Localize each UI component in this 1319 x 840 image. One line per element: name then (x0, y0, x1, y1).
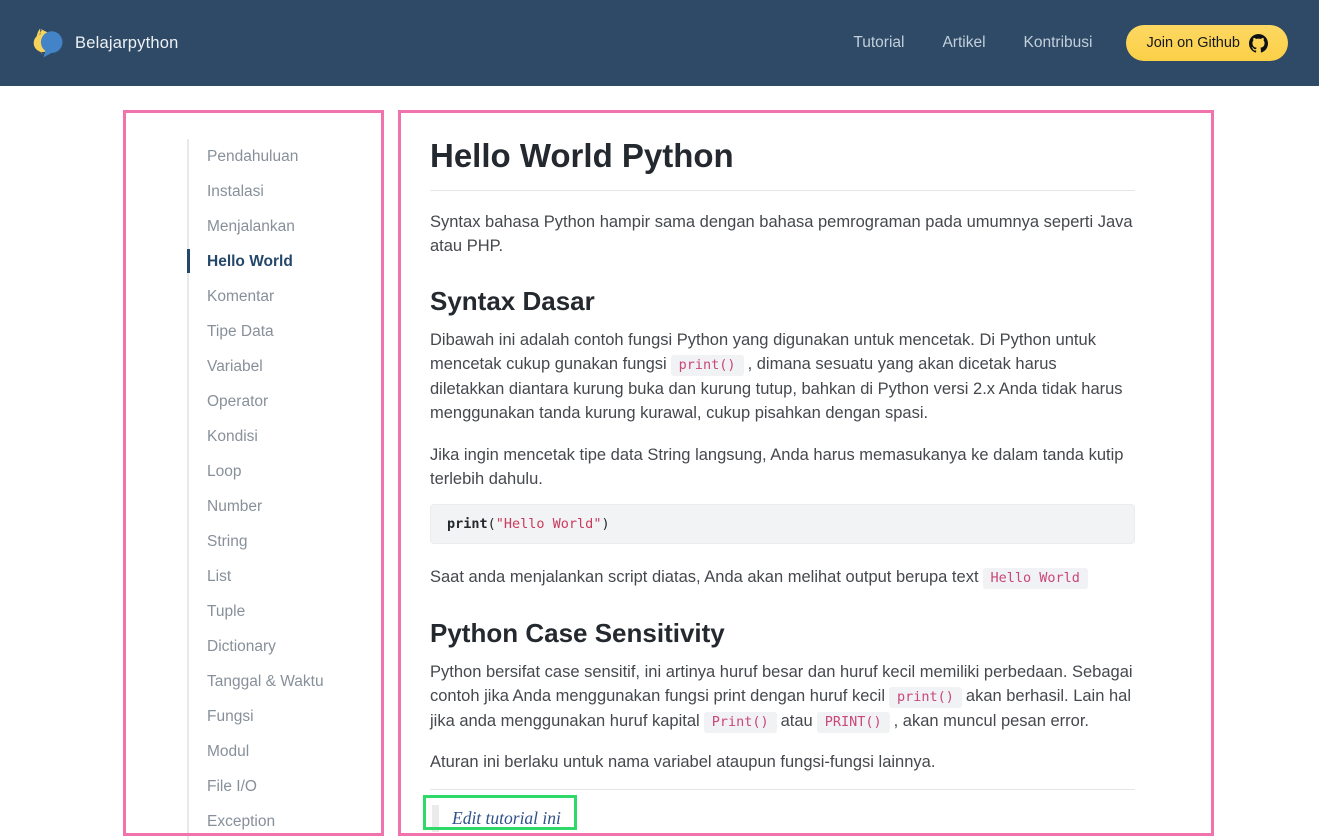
sidebar-item-komentar[interactable]: Komentar (189, 279, 372, 314)
nav-tutorial[interactable]: Tutorial (853, 34, 904, 52)
code-block: print("Hello World") (430, 504, 1135, 544)
sidebar-item-kondisi[interactable]: Kondisi (189, 419, 372, 454)
sidebar-item-number[interactable]: Number (189, 489, 372, 524)
syntax-paragraph-2: Jika ingin mencetak tipe data String lan… (430, 443, 1135, 491)
sidebar-item-tuple[interactable]: Tuple (189, 594, 372, 629)
sidebar-item-loop[interactable]: Loop (189, 454, 372, 489)
sidebar-item-instalasi[interactable]: Instalasi (189, 174, 372, 209)
page-title: Hello World Python (430, 136, 1135, 176)
sidebar-item-operator[interactable]: Operator (189, 384, 372, 419)
section-heading-syntax-dasar: Syntax Dasar (430, 284, 1135, 318)
inline-code-print: print() (671, 355, 744, 376)
inline-code-hello-world: Hello World (983, 568, 1088, 589)
text-segment: atau (781, 712, 813, 730)
output-paragraph: Saat anda menjalankan script diatas, And… (430, 565, 1135, 590)
brand[interactable]: Belajarpython (31, 25, 179, 61)
sidebar-item-exception[interactable]: Exception (189, 804, 372, 839)
code-keyword: print (447, 516, 488, 532)
sidebar-item-list[interactable]: List (189, 559, 372, 594)
nav-kontribusi[interactable]: Kontribusi (1024, 34, 1093, 52)
sidebar-item-dictionary[interactable]: Dictionary (189, 629, 372, 664)
inline-code-print-capital: Print() (704, 712, 777, 733)
join-github-label: Join on Github (1146, 35, 1240, 51)
sidebar-item-pendahuluan[interactable]: Pendahuluan (189, 139, 372, 174)
sidebar-item-tanggal-waktu[interactable]: Tanggal & Waktu (189, 664, 372, 699)
rule-paragraph: Aturan ini berlaku untuk nama variabel a… (430, 750, 1135, 774)
site-header: Belajarpython Tutorial Artikel Kontribus… (0, 0, 1319, 86)
tutorial-sidebar: Pendahuluan Instalasi Menjalankan Hello … (187, 139, 372, 840)
edit-tutorial-link[interactable]: Edit tutorial ini (452, 808, 561, 829)
inline-code-print-lower: print() (889, 687, 962, 708)
brand-name: Belajarpython (75, 34, 179, 53)
sidebar-item-hello-world[interactable]: Hello World (189, 244, 372, 279)
tutorial-content: Hello World Python Syntax bahasa Python … (430, 110, 1135, 834)
sidebar-item-fungsi[interactable]: Fungsi (189, 699, 372, 734)
github-icon (1249, 34, 1268, 53)
section-heading-case-sensitivity: Python Case Sensitivity (430, 616, 1135, 650)
top-navigation: Tutorial Artikel Kontribusi Join on Gith… (853, 25, 1288, 61)
sidebar-item-string[interactable]: String (189, 524, 372, 559)
belajarpython-logo-icon (31, 25, 67, 61)
code-string: "Hello World" (496, 516, 602, 532)
code-paren-close: ) (601, 516, 609, 532)
code-paren-open: ( (488, 516, 496, 532)
nav-artikel[interactable]: Artikel (942, 34, 985, 52)
sidebar-item-tipe-data[interactable]: Tipe Data (189, 314, 372, 349)
intro-paragraph: Syntax bahasa Python hampir sama dengan … (430, 210, 1135, 258)
bottom-divider (430, 789, 1135, 790)
join-github-button[interactable]: Join on Github (1126, 25, 1288, 61)
tutorial-list: Pendahuluan Instalasi Menjalankan Hello … (187, 139, 372, 840)
title-divider (430, 190, 1135, 191)
case-paragraph: Python bersifat case sensitif, ini artin… (430, 660, 1135, 734)
sidebar-item-file-io[interactable]: File I/O (189, 769, 372, 804)
text-segment: , akan muncul pesan error. (894, 712, 1089, 730)
text-segment: Saat anda menjalankan script diatas, And… (430, 568, 979, 586)
inline-code-print-upper: PRINT() (817, 712, 890, 733)
edit-icon (432, 805, 439, 832)
syntax-paragraph-1: Dibawah ini adalah contoh fungsi Python … (430, 328, 1135, 425)
sidebar-item-menjalankan[interactable]: Menjalankan (189, 209, 372, 244)
edit-tutorial-row: Edit tutorial ini (430, 802, 1135, 834)
sidebar-item-variabel[interactable]: Variabel (189, 349, 372, 384)
sidebar-item-modul[interactable]: Modul (189, 734, 372, 769)
